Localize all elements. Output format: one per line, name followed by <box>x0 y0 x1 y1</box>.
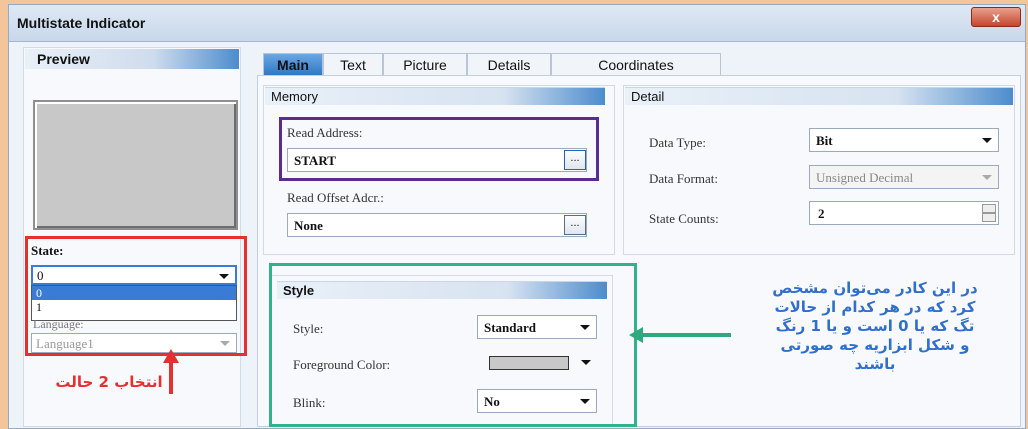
tab-coordinates[interactable]: Coordinates <box>551 53 721 75</box>
green-arrow-shaft <box>641 333 731 337</box>
read-offset-label: Read Offset Adcr.: <box>287 190 384 205</box>
preview-title: Preview <box>25 49 239 69</box>
spin-down-icon[interactable] <box>982 213 996 222</box>
state-counts-value: 2 <box>818 206 825 221</box>
title-bar: Multistate Indicator x <box>9 5 1025 42</box>
state-counts-spinner[interactable]: 2 <box>809 201 999 225</box>
arrow-up-icon <box>163 349 179 363</box>
spin-up-icon[interactable] <box>982 204 996 213</box>
read-address-highlight-box <box>279 117 599 181</box>
data-type-value: Bit <box>816 133 833 148</box>
state-counts-label: State Counts: <box>649 211 719 226</box>
preview-image <box>33 100 238 230</box>
right-annotation: در این کادر می‌توان مشخص کرد که در هر کد… <box>725 279 1025 374</box>
tab-details[interactable]: Details <box>467 53 551 75</box>
annotation-line-1: در این کادر می‌توان مشخص <box>772 279 978 297</box>
annotation-line-5: باشند <box>854 355 896 373</box>
read-offset-value: None <box>294 218 323 233</box>
arrow-left-icon <box>629 327 643 343</box>
chevron-down-icon <box>982 138 992 143</box>
read-offset-browse-button[interactable]: ... <box>564 215 586 235</box>
data-format-select[interactable]: Unsigned Decimal <box>809 165 999 189</box>
window-title: Multistate Indicator <box>17 15 146 31</box>
annotation-line-3: تگ که یا 0 است و یا 1 رنگ <box>775 317 975 335</box>
style-highlight-box <box>269 263 637 427</box>
data-format-value: Unsigned Decimal <box>816 170 914 185</box>
detail-title: Detail <box>625 87 1013 105</box>
annotation-line-4: و شکل ابزاریه چه صورتی <box>780 336 970 354</box>
tab-picture[interactable]: Picture <box>383 53 467 75</box>
memory-title: Memory <box>265 87 605 105</box>
tab-main[interactable]: Main <box>263 53 323 75</box>
data-type-select[interactable]: Bit <box>809 128 999 152</box>
close-button[interactable]: x <box>971 7 1021 27</box>
left-annotation: انتخاب 2 حالت <box>55 373 163 391</box>
tab-text[interactable]: Text <box>323 53 383 75</box>
data-format-label: Data Format: <box>649 171 718 186</box>
dialog-window: Multistate Indicator x Preview State: 0 … <box>8 4 1026 429</box>
data-type-label: Data Type: <box>649 135 706 150</box>
annotation-line-2: کرد که در هر کدام از حالات <box>774 298 976 316</box>
chevron-down-icon <box>982 175 992 180</box>
state-highlight-box <box>25 236 247 356</box>
read-offset-field[interactable]: None <box>287 213 587 237</box>
